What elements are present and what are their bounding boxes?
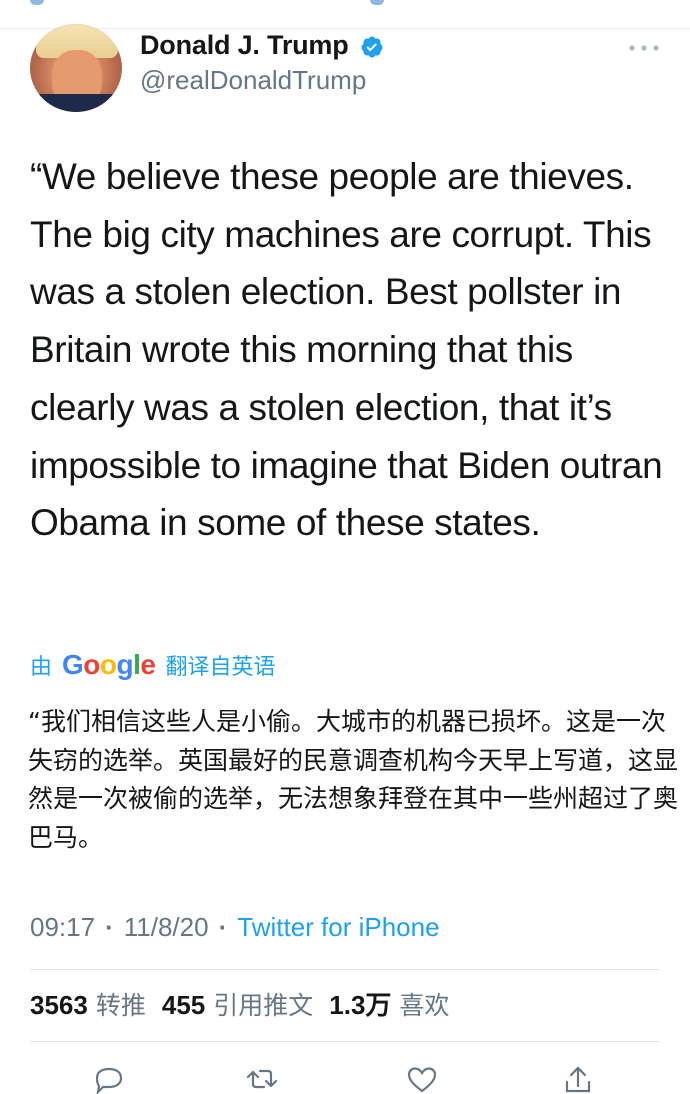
tweet-source-link[interactable]: Twitter for iPhone — [237, 912, 439, 943]
meta-separator: · — [105, 912, 114, 942]
likes-stat[interactable]: 1.3万 喜欢 — [329, 985, 449, 1022]
divider — [30, 1041, 660, 1042]
top-status-remnant — [0, 0, 690, 8]
likes-count: 1.3万 — [329, 990, 392, 1020]
retweets-count: 3563 — [30, 990, 88, 1020]
likes-label: 喜欢 — [399, 991, 450, 1020]
tweet-time: 09:17 — [30, 912, 96, 942]
google-logo: Google — [62, 649, 156, 680]
top-edge-indicator — [30, 0, 44, 5]
divider — [30, 969, 660, 970]
reply-icon[interactable] — [91, 1064, 127, 1094]
engagement-stats: 3563 转推 455 引用推文 1.3万 喜欢 — [30, 985, 465, 1022]
action-bar — [0, 1058, 690, 1094]
avatar[interactable] — [30, 24, 122, 112]
translated-text: “我们相信这些人是小偷。大城市的机器已损坏。这是一次失窃的选举。英国最好的民意调… — [28, 707, 679, 852]
translation-attribution[interactable]: 由 Google 翻译自英语 — [30, 648, 276, 682]
avatar-suit — [30, 94, 122, 112]
quotes-stat[interactable]: 455 引用推文 — [162, 986, 313, 1022]
tweet-meta: 09:17 · 11/8/20 · Twitter for iPhone — [30, 912, 440, 943]
translate-suffix: 翻译自英语 — [165, 655, 276, 680]
tweet-date: 11/8/20 — [123, 912, 209, 942]
verified-badge-icon — [361, 36, 383, 58]
quotes-count: 455 — [161, 990, 206, 1020]
more-horizontal-icon[interactable] — [628, 44, 660, 52]
translate-prefix: 由 — [30, 655, 53, 680]
retweet-icon[interactable] — [244, 1064, 280, 1094]
share-icon[interactable] — [560, 1064, 596, 1094]
retweets-stat[interactable]: 3563 转推 — [30, 986, 146, 1022]
top-edge-indicator — [370, 0, 384, 5]
retweets-label: 转推 — [95, 991, 146, 1020]
handle[interactable]: @realDonaldTrump — [140, 65, 366, 96]
meta-separator: · — [218, 912, 228, 942]
like-icon[interactable] — [404, 1064, 440, 1094]
tweet-text: “We believe these people are thieves. Th… — [30, 156, 663, 544]
quotes-label: 引用推文 — [213, 991, 314, 1020]
display-name[interactable]: Donald J. Trump — [140, 30, 349, 61]
